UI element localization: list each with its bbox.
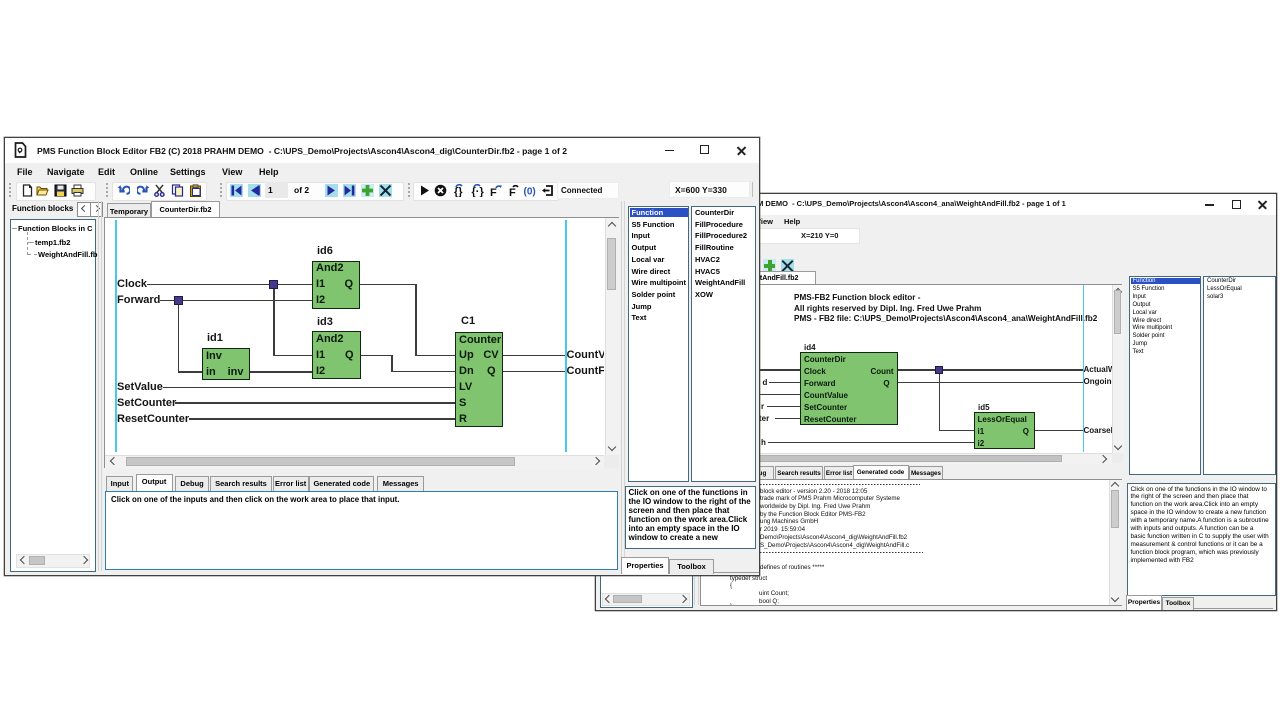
svg-text:F: F	[490, 187, 497, 197]
svg-text:{·}: {·}	[472, 186, 485, 197]
svg-text:(0): (0)	[524, 187, 536, 198]
svg-text:{}: {}	[454, 186, 463, 197]
svg-text:F: F	[509, 187, 516, 197]
